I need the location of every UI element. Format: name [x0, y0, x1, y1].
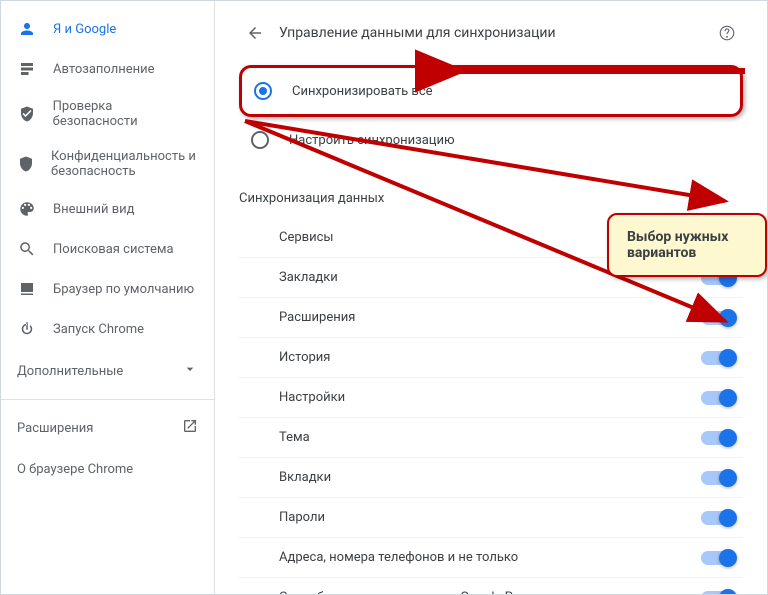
security-icon — [17, 154, 35, 174]
radio-icon — [254, 82, 272, 100]
external-link-icon — [182, 418, 198, 438]
sidebar-extensions[interactable]: Расширения — [1, 406, 214, 450]
shield-check-icon — [17, 104, 37, 124]
sidebar-item-search[interactable]: Поисковая система — [1, 229, 214, 269]
sync-item-passwords: Пароли — [239, 498, 743, 538]
sync-item-payment: Способы оплаты и адреса из Google Pay — [239, 578, 743, 594]
sync-item-label: Вкладки — [279, 470, 331, 485]
sync-item-label: Закладки — [279, 270, 338, 285]
toggle-settings[interactable] — [701, 391, 735, 405]
sidebar-item-label: Я и Google — [53, 22, 116, 37]
sync-item-addresses: Адреса, номера телефонов и не только — [239, 538, 743, 578]
sync-item-label: Сервисы — [279, 230, 334, 245]
autofill-icon — [17, 59, 37, 79]
main-content: Управление данными для синхронизации Син… — [215, 1, 767, 594]
toggle-extensions[interactable] — [701, 311, 735, 325]
sidebar-item-on-startup[interactable]: Запуск Chrome — [1, 309, 214, 349]
sidebar-advanced-label: Дополнительные — [17, 364, 123, 379]
toggle-addresses[interactable] — [701, 551, 735, 565]
page-title: Управление данными для синхронизации — [279, 25, 711, 41]
chevron-down-icon — [182, 361, 198, 381]
sidebar-item-label: Конфиденциальность и безопасность — [51, 149, 198, 179]
help-icon — [718, 24, 736, 42]
sync-item-theme: Тема — [239, 418, 743, 458]
divider — [1, 399, 214, 400]
help-button[interactable] — [711, 17, 743, 49]
sync-item-extensions: Расширения — [239, 298, 743, 338]
sync-item-tabs: Вкладки — [239, 458, 743, 498]
annotation-callout: Выбор нужных вариантов — [607, 213, 767, 277]
sync-item-label: Способы оплаты и адреса из Google Pay — [279, 590, 526, 594]
sync-mode-group: Синхронизировать все Настроить синхрониз… — [239, 65, 743, 163]
palette-icon — [17, 199, 37, 219]
radio-label: Синхронизировать все — [292, 84, 433, 99]
sync-item-history: История — [239, 338, 743, 378]
sync-item-settings: Настройки — [239, 378, 743, 418]
radio-icon — [251, 131, 269, 149]
sidebar-item-label: Автозаполнение — [53, 62, 155, 77]
sidebar-item-autofill[interactable]: Автозаполнение — [1, 49, 214, 89]
sidebar-item-privacy[interactable]: Конфиденциальность и безопасность — [1, 139, 214, 189]
toggle-theme[interactable] — [701, 431, 735, 445]
toggle-payment[interactable] — [701, 591, 735, 595]
sync-item-label: Тема — [279, 430, 310, 445]
sidebar-extensions-label: Расширения — [17, 421, 93, 436]
radio-customize-sync[interactable]: Настроить синхронизацию — [239, 117, 743, 163]
sidebar-advanced[interactable]: Дополнительные — [1, 349, 214, 393]
person-icon — [17, 19, 37, 39]
sync-item-label: Настройки — [279, 390, 345, 405]
sidebar-item-default-browser[interactable]: Браузер по умолчанию — [1, 269, 214, 309]
sidebar-item-you-and-google[interactable]: Я и Google — [1, 9, 214, 49]
default-browser-icon — [17, 279, 37, 299]
sync-item-label: История — [279, 350, 330, 365]
search-icon — [17, 239, 37, 259]
page-header: Управление данными для синхронизации — [239, 13, 743, 65]
sync-item-label: Пароли — [279, 510, 325, 525]
toggle-passwords[interactable] — [701, 511, 735, 525]
sidebar-about[interactable]: О браузере Chrome — [1, 450, 214, 489]
sidebar-item-label: Поисковая система — [53, 242, 174, 257]
sync-item-label: Расширения — [279, 310, 355, 325]
radio-label: Настроить синхронизацию — [289, 133, 455, 148]
arrow-left-icon — [246, 24, 264, 42]
sidebar-item-label: Запуск Chrome — [53, 322, 144, 337]
sidebar-about-label: О браузере Chrome — [17, 462, 133, 477]
back-button[interactable] — [239, 17, 271, 49]
toggle-tabs[interactable] — [701, 471, 735, 485]
sidebar-item-appearance[interactable]: Внешний вид — [1, 189, 214, 229]
toggle-history[interactable] — [701, 351, 735, 365]
sidebar-item-safety-check[interactable]: Проверка безопасности — [1, 89, 214, 139]
sidebar: Я и Google Автозаполнение Проверка безоп… — [1, 1, 215, 594]
power-icon — [17, 319, 37, 339]
sidebar-item-label: Проверка безопасности — [53, 99, 198, 129]
radio-sync-all[interactable]: Синхронизировать все — [239, 65, 743, 117]
annotation-text: Выбор нужных вариантов — [627, 229, 728, 261]
sidebar-item-label: Браузер по умолчанию — [53, 282, 194, 297]
sidebar-item-label: Внешний вид — [53, 202, 135, 217]
sync-item-label: Адреса, номера телефонов и не только — [279, 550, 518, 565]
